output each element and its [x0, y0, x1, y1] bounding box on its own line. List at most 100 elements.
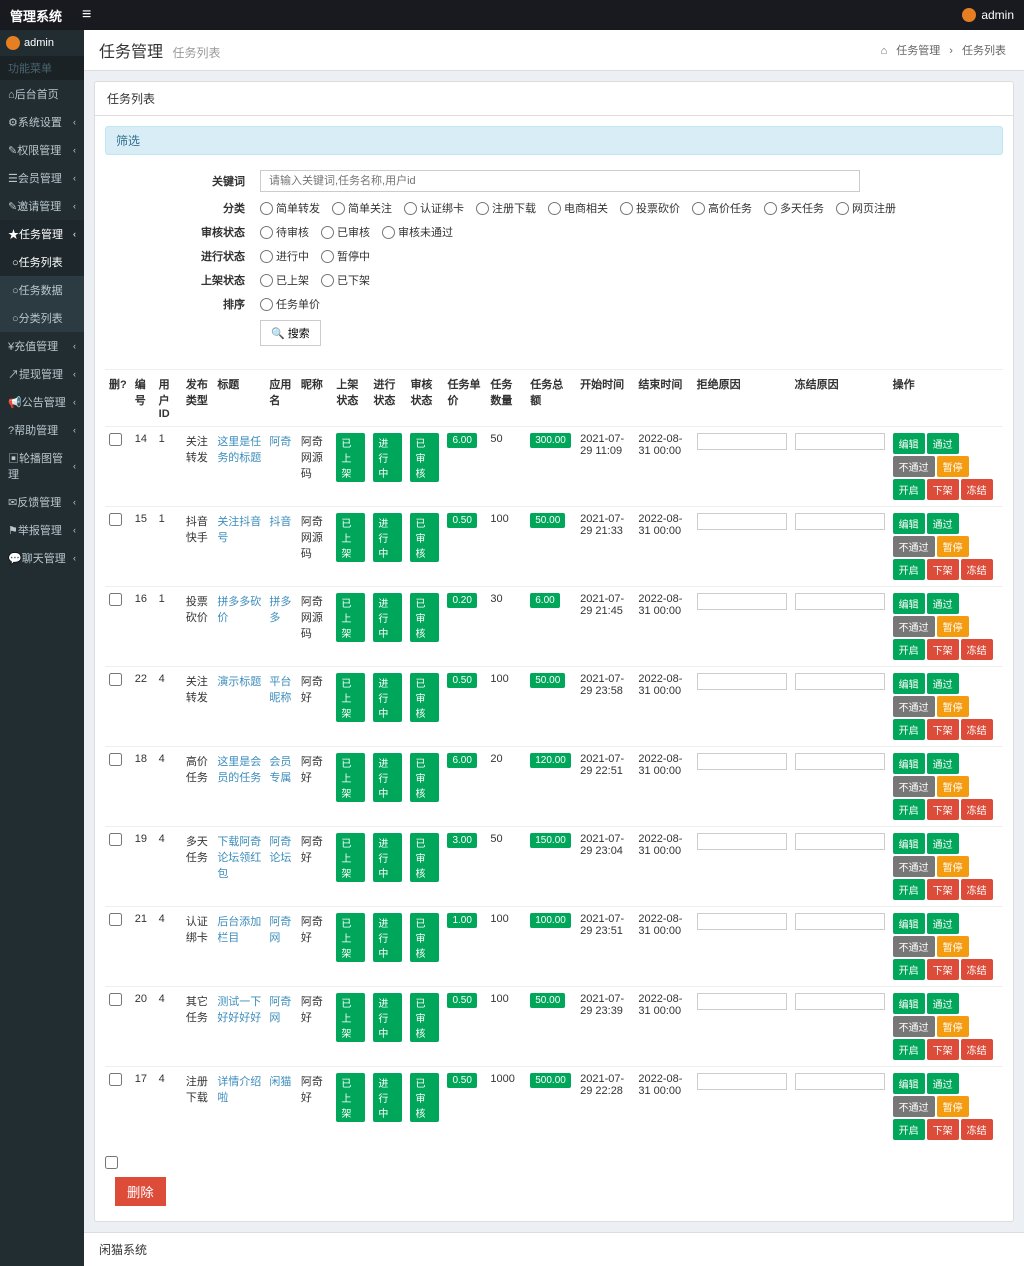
sidebar-item[interactable]: ↗提现管理‹ [0, 360, 84, 388]
sort-option[interactable]: 任务单价 [260, 296, 320, 312]
delist-button[interactable]: 下架 [927, 1039, 959, 1060]
pause-button[interactable]: 暂停 [937, 1016, 969, 1037]
pass-button[interactable]: 通过 [927, 993, 959, 1014]
start-button[interactable]: 开启 [893, 959, 925, 980]
freeze-reason-input[interactable] [795, 593, 885, 610]
reject-reason-input[interactable] [697, 913, 787, 930]
freeze-reason-input[interactable] [795, 673, 885, 690]
pause-button[interactable]: 暂停 [937, 856, 969, 877]
edit-button[interactable]: 编辑 [893, 673, 925, 694]
sidebar-item[interactable]: 💬聊天管理‹ [0, 544, 84, 572]
freeze-reason-input[interactable] [795, 433, 885, 450]
freeze-reason-input[interactable] [795, 833, 885, 850]
freeze-reason-input[interactable] [795, 513, 885, 530]
task-title-link[interactable]: 后台添加栏目 [217, 916, 261, 944]
sidebar-item[interactable]: ✎权限管理‹ [0, 136, 84, 164]
sidebar-subitem[interactable]: ○分类列表 [0, 304, 84, 332]
delist-button[interactable]: 下架 [927, 1119, 959, 1140]
row-checkbox[interactable] [109, 593, 122, 606]
row-checkbox[interactable] [109, 1073, 122, 1086]
category-option[interactable]: 简单关注 [332, 200, 392, 216]
sidebar-item[interactable]: ¥充值管理‹ [0, 332, 84, 360]
start-button[interactable]: 开启 [893, 639, 925, 660]
pause-button[interactable]: 暂停 [937, 696, 969, 717]
delist-button[interactable]: 下架 [927, 479, 959, 500]
pause-button[interactable]: 暂停 [937, 536, 969, 557]
edit-button[interactable]: 编辑 [893, 593, 925, 614]
category-option[interactable]: 简单转发 [260, 200, 320, 216]
freeze-button[interactable]: 冻结 [961, 559, 993, 580]
reject-button[interactable]: 不通过 [893, 616, 935, 637]
row-checkbox[interactable] [109, 433, 122, 446]
task-title-link[interactable]: 详情介绍啦 [217, 1076, 261, 1104]
start-button[interactable]: 开启 [893, 799, 925, 820]
sidebar-item[interactable]: ▣轮播图管理‹ [0, 444, 84, 488]
reject-reason-input[interactable] [697, 833, 787, 850]
app-link[interactable]: 阿奇网 [269, 916, 291, 944]
pause-button[interactable]: 暂停 [937, 776, 969, 797]
reject-button[interactable]: 不通过 [893, 456, 935, 477]
edit-button[interactable]: 编辑 [893, 513, 925, 534]
app-link[interactable]: 会员专属 [269, 756, 291, 784]
menu-toggle-icon[interactable]: ≡ [82, 6, 91, 24]
pass-button[interactable]: 通过 [927, 513, 959, 534]
reject-button[interactable]: 不通过 [893, 1016, 935, 1037]
start-button[interactable]: 开启 [893, 479, 925, 500]
edit-button[interactable]: 编辑 [893, 833, 925, 854]
audit-option[interactable]: 待审核 [260, 224, 309, 240]
pass-button[interactable]: 通过 [927, 433, 959, 454]
delist-button[interactable]: 下架 [927, 799, 959, 820]
row-checkbox[interactable] [109, 913, 122, 926]
task-title-link[interactable]: 测试一下好好好好 [217, 996, 261, 1024]
category-option[interactable]: 电商相关 [548, 200, 608, 216]
reject-reason-input[interactable] [697, 593, 787, 610]
edit-button[interactable]: 编辑 [893, 993, 925, 1014]
sidebar-subitem[interactable]: ○任务列表 [0, 248, 84, 276]
pass-button[interactable]: 通过 [927, 753, 959, 774]
freeze-reason-input[interactable] [795, 913, 885, 930]
sidebar-item[interactable]: ☰会员管理‹ [0, 164, 84, 192]
sidebar-subitem[interactable]: ○任务数据 [0, 276, 84, 304]
freeze-button[interactable]: 冻结 [961, 639, 993, 660]
reject-reason-input[interactable] [697, 433, 787, 450]
audit-option[interactable]: 已审核 [321, 224, 370, 240]
app-link[interactable]: 抖音 [269, 516, 291, 528]
freeze-button[interactable]: 冻结 [961, 1039, 993, 1060]
freeze-reason-input[interactable] [795, 753, 885, 770]
task-title-link[interactable]: 关注抖音号 [217, 516, 261, 544]
topbar-user[interactable]: admin [962, 8, 1014, 22]
edit-button[interactable]: 编辑 [893, 433, 925, 454]
row-checkbox[interactable] [109, 993, 122, 1006]
task-title-link[interactable]: 这里是任务的标题 [217, 436, 261, 464]
start-button[interactable]: 开启 [893, 559, 925, 580]
edit-button[interactable]: 编辑 [893, 913, 925, 934]
home-icon[interactable]: ⌂ [880, 45, 887, 57]
delist-button[interactable]: 下架 [927, 639, 959, 660]
category-option[interactable]: 多天任务 [764, 200, 824, 216]
reject-button[interactable]: 不通过 [893, 1096, 935, 1117]
reject-reason-input[interactable] [697, 513, 787, 530]
freeze-button[interactable]: 冻结 [961, 799, 993, 820]
delist-button[interactable]: 下架 [927, 719, 959, 740]
pass-button[interactable]: 通过 [927, 833, 959, 854]
row-checkbox[interactable] [109, 753, 122, 766]
category-option[interactable]: 网页注册 [836, 200, 896, 216]
task-title-link[interactable]: 这里是会员的任务 [217, 756, 261, 784]
task-title-link[interactable]: 演示标题 [217, 676, 261, 688]
bulk-delete-button[interactable]: 删除 [115, 1177, 166, 1206]
freeze-button[interactable]: 冻结 [961, 879, 993, 900]
start-button[interactable]: 开启 [893, 719, 925, 740]
reject-reason-input[interactable] [697, 1073, 787, 1090]
delist-button[interactable]: 下架 [927, 959, 959, 980]
task-title-link[interactable]: 拼多多砍价 [217, 596, 261, 624]
category-option[interactable]: 高价任务 [692, 200, 752, 216]
app-link[interactable]: 拼多多 [269, 596, 291, 624]
app-link[interactable]: 阿奇网 [269, 996, 291, 1024]
start-button[interactable]: 开启 [893, 1039, 925, 1060]
row-checkbox[interactable] [109, 513, 122, 526]
sidebar-item[interactable]: ⌂后台首页 [0, 80, 84, 108]
app-link[interactable]: 阿奇 [269, 436, 291, 448]
freeze-button[interactable]: 冻结 [961, 719, 993, 740]
start-button[interactable]: 开启 [893, 879, 925, 900]
pause-button[interactable]: 暂停 [937, 616, 969, 637]
